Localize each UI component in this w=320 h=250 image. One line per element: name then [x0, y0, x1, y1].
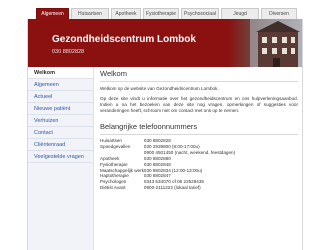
phones-heading: Belangrijke telefoonnummers: [100, 122, 298, 135]
header-phone: 030 8802828: [52, 49, 85, 55]
phone-table: Huisartsen 030 8802828 Spoedgevallen 030 2…: [100, 138, 235, 191]
building-photo: [228, 19, 302, 67]
phone-number: 0900 4501450 (nacht, weekend, feestdagen…: [143, 149, 236, 155]
sidebar-item-welkom[interactable]: Welkom: [28, 67, 93, 79]
sidebar-item-clientenraad[interactable]: Cliëntenraad: [28, 139, 93, 151]
sidebar-item-nieuwe-patient[interactable]: Nieuwe patiënt: [28, 103, 93, 115]
sidebar-item-actueel[interactable]: Actueel: [28, 91, 93, 103]
sidebar-item-veelgestelde-vragen[interactable]: Veelgestelde vragen: [28, 151, 93, 163]
sidebar-menu: Welkom Algemeen Actueel Nieuwe patiënt V…: [28, 67, 94, 250]
main-content: Welkom Welkom op de website van Gezondhe…: [100, 69, 298, 191]
site-title: Gezondheidscentrum Lombok: [52, 34, 196, 45]
sidebar-item-algemeen[interactable]: Algemeen: [28, 79, 93, 91]
header-banner: Gezondheidscentrum Lombok 030 8802828: [28, 19, 302, 67]
phone-number: 0900-2111222 (lokaal tarief): [143, 185, 201, 191]
sidebar-item-verhuizen[interactable]: Verhuizen: [28, 115, 93, 127]
intro-text: Welkom op de website van Gezondheidscent…: [100, 86, 219, 91]
table-row: Diëtist Avant 0900-2111222 (lokaal tarief…: [100, 185, 235, 191]
sidebar-item-contact[interactable]: Contact: [28, 127, 93, 139]
description-text: Op deze site vindt u informatie over het…: [100, 96, 298, 113]
phone-label: Diëtist Avant: [100, 185, 126, 191]
page-title: Welkom: [100, 69, 298, 82]
